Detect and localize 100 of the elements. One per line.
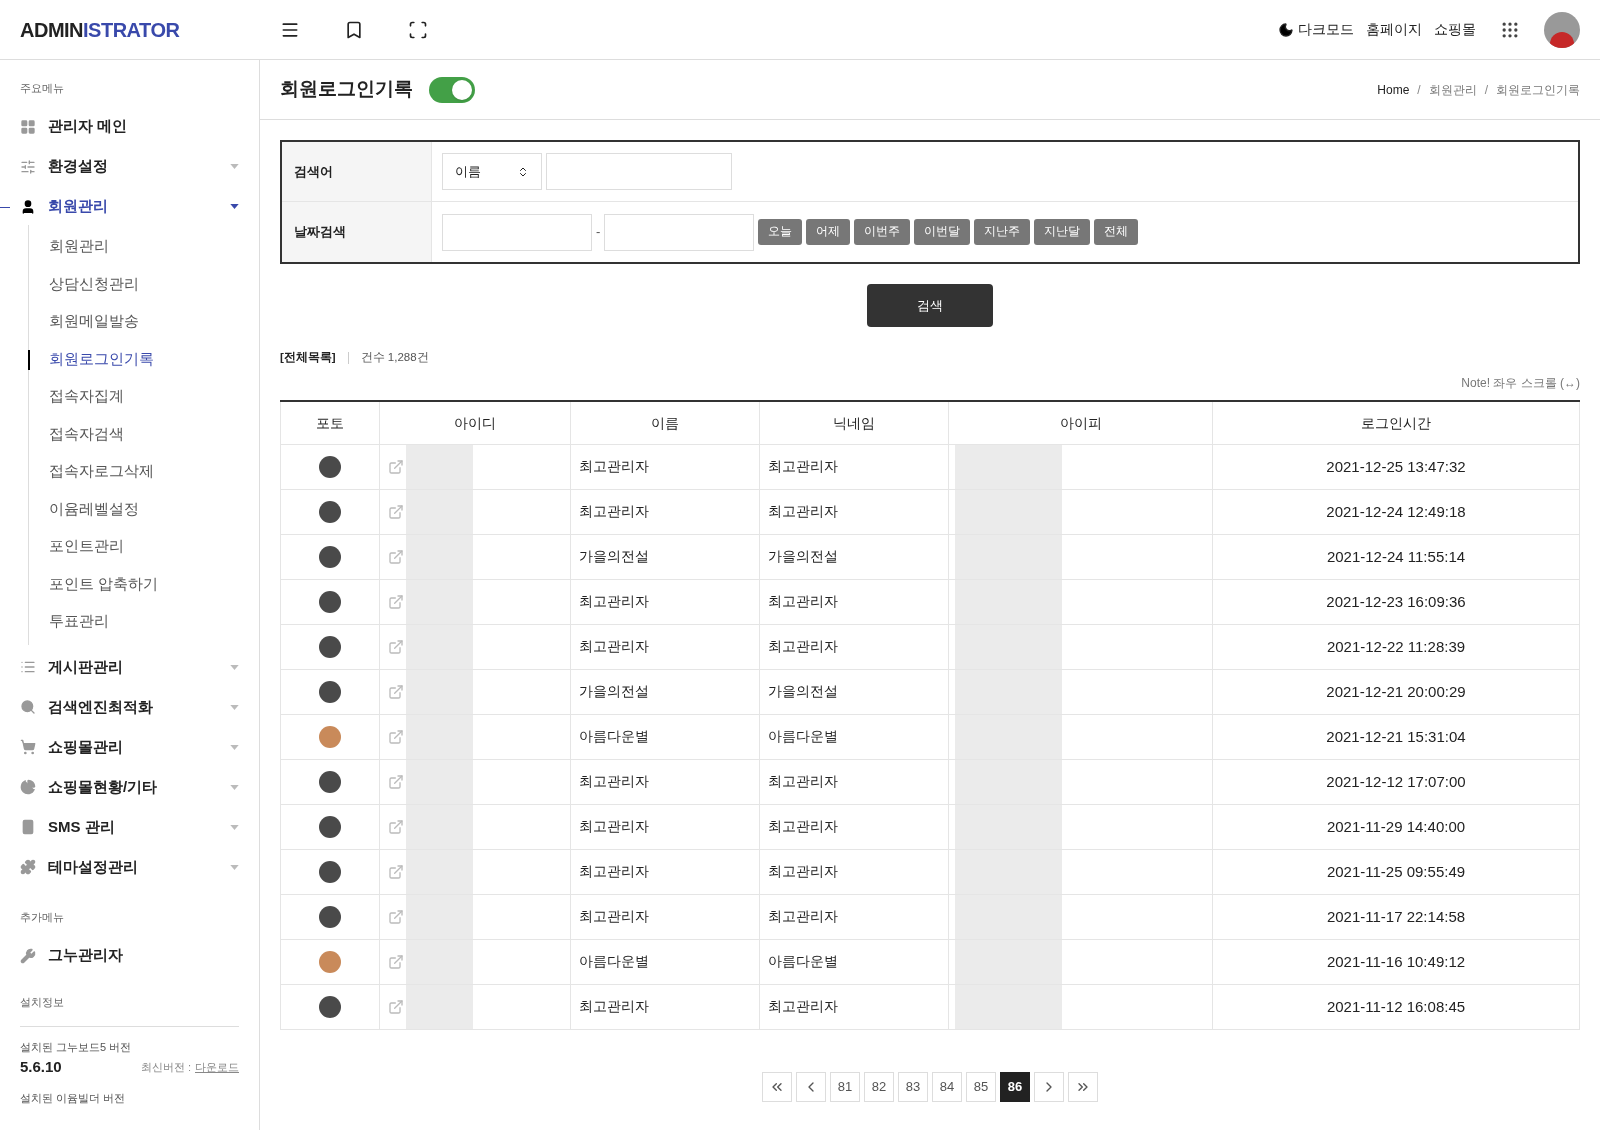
table-cell: 최고관리자: [759, 579, 949, 625]
external-link-icon[interactable]: [388, 953, 404, 970]
table-cell: 아름다운별: [570, 939, 760, 985]
logo[interactable]: ADMINISTRATOR: [0, 14, 260, 45]
date-range-button[interactable]: 이번주: [854, 219, 911, 245]
submenu-item[interactable]: 접속자검색: [49, 416, 239, 454]
column-header: 이름: [570, 401, 760, 445]
table-cell: 가을의전설: [570, 534, 760, 580]
date-input[interactable]: [604, 213, 755, 251]
previous-page-button[interactable]: [796, 1071, 826, 1102]
search-input[interactable]: [546, 153, 732, 190]
search-icon: [20, 699, 36, 715]
sidebar-item[interactable]: 테마설정관리: [20, 849, 239, 885]
page-title: 회원로그인기록: [280, 77, 413, 102]
page-button[interactable]: 81: [830, 1071, 860, 1102]
submenu-item[interactable]: 상담신청관리: [49, 266, 239, 304]
external-link-icon[interactable]: [388, 458, 404, 475]
header-link[interactable]: 홈페이지: [1366, 19, 1422, 40]
page-button[interactable]: 82: [864, 1071, 894, 1102]
download-link[interactable]: 다운로드: [195, 1058, 239, 1075]
search-button[interactable]: 검색: [867, 284, 993, 327]
external-link-icon[interactable]: [388, 908, 404, 925]
date-separator: -: [595, 223, 602, 242]
sidebar-item[interactable]: 쇼핑몰관리: [20, 729, 239, 765]
table-cell: 2021-12-25 13:47:32: [1212, 444, 1580, 490]
page-button[interactable]: 83: [898, 1071, 928, 1102]
external-link-icon[interactable]: [388, 863, 404, 880]
submenu-item[interactable]: 회원관리: [49, 228, 239, 266]
date-range-button[interactable]: 이번달: [914, 219, 971, 245]
table-cell: 최고관리자: [570, 489, 760, 535]
external-link-icon[interactable]: [388, 503, 404, 520]
sidebar-item[interactable]: 관리자 메인: [20, 108, 239, 145]
external-link-icon[interactable]: [388, 683, 404, 700]
sliders-icon: [20, 158, 36, 175]
sidebar-item[interactable]: SMS 관리: [20, 809, 239, 845]
date-range-button[interactable]: 어제: [806, 219, 851, 245]
sidebar-item[interactable]: 쇼핑몰현황/기타: [20, 769, 239, 805]
table-cell: 2021-12-22 11:28:39: [1212, 624, 1580, 670]
submenu-item[interactable]: 포인트관리: [49, 528, 239, 566]
external-link-icon[interactable]: [388, 638, 404, 655]
field-label: 날짜검색: [282, 202, 432, 262]
breadcrumb-link[interactable]: 회원관리: [1428, 80, 1477, 99]
bookmark-icon[interactable]: [344, 19, 364, 40]
sidebar-item[interactable]: 게시판관리: [20, 649, 239, 685]
table-cell: 최고관리자: [570, 849, 760, 895]
page-button[interactable]: 85: [966, 1071, 996, 1102]
date-range-button[interactable]: 전체: [1094, 219, 1139, 245]
submenu-item[interactable]: 투표관리: [49, 603, 239, 641]
table-cell: 2021-11-16 10:49:12: [1212, 939, 1580, 985]
submenu-item[interactable]: 회원메일발송: [49, 303, 239, 341]
submenu-item[interactable]: 회원로그인기록: [49, 341, 239, 379]
next-page-button[interactable]: [1034, 1071, 1064, 1102]
external-link-icon[interactable]: [388, 818, 404, 835]
active-indicator: [0, 206, 10, 208]
breadcrumb-link[interactable]: 회원로그인기록: [1496, 80, 1580, 99]
list-label: [전체목록]: [280, 350, 336, 365]
grid-icon: [20, 118, 36, 135]
page-button[interactable]: 84: [932, 1071, 962, 1102]
select-field[interactable]: 이름: [442, 153, 542, 190]
table-cell: 최고관리자: [570, 804, 760, 850]
first-page-button[interactable]: [762, 1071, 792, 1102]
external-link-icon[interactable]: [388, 728, 404, 745]
submenu-item[interactable]: 접속자집계: [49, 378, 239, 416]
table-cell: 아름다운별: [759, 714, 949, 760]
table-cell: 2021-12-21 20:00:29: [1212, 669, 1580, 715]
external-link-icon[interactable]: [388, 593, 404, 610]
table-cell: 최고관리자: [759, 849, 949, 895]
toggle-switch[interactable]: [429, 76, 475, 103]
date-input[interactable]: [442, 213, 592, 251]
date-range-button[interactable]: 지난주: [974, 219, 1031, 245]
page-button[interactable]: 86: [1000, 1071, 1030, 1102]
last-page-button[interactable]: [1068, 1071, 1098, 1102]
external-link-icon[interactable]: [388, 773, 404, 790]
header-link[interactable]: 다크모드: [1278, 19, 1354, 40]
submenu-item[interactable]: 이윰레벨설정: [49, 491, 239, 529]
sidebar-item[interactable]: 검색엔진최적화: [20, 689, 239, 725]
table-cell: 2021-11-12 16:08:45: [1212, 984, 1580, 1030]
avatar-icon[interactable]: [1544, 11, 1580, 48]
header-link[interactable]: 쇼핑몰: [1434, 19, 1476, 40]
date-range-button[interactable]: 오늘: [758, 219, 803, 245]
submenu-item[interactable]: 접속자로그삭제: [49, 453, 239, 491]
table-cell: 최고관리자: [759, 444, 949, 490]
date-range-button[interactable]: 지난달: [1034, 219, 1091, 245]
submenu-item[interactable]: 포인트 압축하기: [49, 566, 239, 604]
sort-icon: [517, 165, 529, 178]
breadcrumb-link[interactable]: Home: [1377, 80, 1410, 99]
sidebar-item[interactable]: 환경설정: [20, 148, 239, 185]
list-icon: [20, 659, 36, 675]
table-cell: 최고관리자: [759, 894, 949, 940]
fullscreen-icon[interactable]: [408, 19, 428, 40]
table-cell: 최고관리자: [570, 984, 760, 1030]
section-title: 추가메뉴: [20, 910, 65, 925]
external-link-icon[interactable]: [388, 548, 404, 565]
column-header: 포토: [280, 401, 380, 445]
table-cell: 2021-12-24 11:55:14: [1212, 534, 1580, 580]
sidebar-item[interactable]: 그누관리자: [20, 937, 239, 974]
external-link-icon[interactable]: [388, 998, 404, 1015]
table-cell: 최고관리자: [570, 624, 760, 670]
sidebar-item[interactable]: 회원관리: [20, 188, 239, 225]
phone-icon: [20, 819, 36, 835]
